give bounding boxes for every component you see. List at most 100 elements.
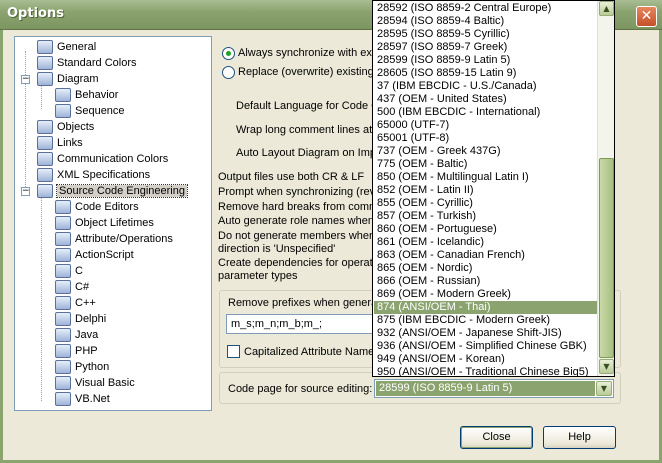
tree-item-actionscript[interactable]: ActionScript — [55, 247, 134, 263]
vbnet-icon — [55, 392, 71, 407]
prefixes-input[interactable]: m_s;m_n;m_b;m_; — [226, 314, 374, 334]
dropdown-option[interactable]: 65000 (UTF-7) — [374, 119, 597, 132]
tree-item-behavior[interactable]: Behavior — [55, 87, 118, 103]
tree-item-visual-basic[interactable]: Visual Basic — [55, 375, 135, 391]
tree-item-c[interactable]: C — [55, 263, 83, 279]
delphi-icon — [55, 312, 71, 327]
dropdown-option[interactable]: 500 (IBM EBCDIC - International) — [374, 106, 597, 119]
scrollbar-thumb[interactable] — [599, 158, 614, 358]
capitalized-attribute-checkbox[interactable] — [227, 345, 240, 358]
chevron-down-icon[interactable]: ▼ — [596, 381, 612, 396]
options-tree[interactable]: − − General Standard Colors Diagram Beha… — [14, 36, 212, 411]
dropdown-option[interactable]: 866 (OEM - Russian) — [374, 275, 597, 288]
dropdown-option[interactable]: 860 (OEM - Portuguese) — [374, 223, 597, 236]
dropdown-option[interactable]: 932 (ANSI/OEM - Japanese Shift-JIS) — [374, 327, 597, 340]
dropdown-option[interactable]: 28605 (ISO 8859-15 Latin 9) — [374, 67, 597, 80]
window-title: Options — [7, 6, 64, 21]
communication-colors-icon — [37, 152, 53, 167]
close-button[interactable]: Close — [460, 426, 533, 449]
source-code-collapse-toggle[interactable]: − — [21, 187, 30, 196]
tree-item-python[interactable]: Python — [55, 359, 109, 375]
dropdown-option[interactable]: 949 (ANSI/OEM - Korean) — [374, 353, 597, 366]
tree-item-code-editors[interactable]: Code Editors — [55, 199, 139, 215]
create-deps-label[interactable]: Create dependencies for operatio — [218, 257, 381, 269]
window-close-button[interactable]: ✕ — [636, 6, 657, 27]
dropdown-option[interactable]: 28594 (ISO 8859-4 Baltic) — [374, 15, 597, 28]
dropdown-option[interactable]: 28599 (ISO 8859-9 Latin 5) — [374, 54, 597, 67]
python-icon — [55, 360, 71, 375]
dropdown-option[interactable]: 861 (OEM - Icelandic) — [374, 236, 597, 249]
remove-prefixes-label: Remove prefixes when generat — [228, 297, 381, 309]
dropdown-option[interactable]: 28592 (ISO 8859-2 Central Europe) — [374, 2, 597, 15]
tree-item-sequence[interactable]: Sequence — [55, 103, 125, 119]
tree-item-xml-specifications[interactable]: XML Specifications — [37, 167, 150, 183]
tree-item-delphi[interactable]: Delphi — [55, 311, 106, 327]
php-icon — [55, 344, 71, 359]
tree-item-standard-colors[interactable]: Standard Colors — [37, 55, 137, 71]
no-members-label-2: direction is 'Unspecified' — [218, 243, 336, 255]
replace-existing-label: Replace (overwrite) existing s — [238, 66, 383, 78]
diagram-collapse-toggle[interactable]: − — [21, 75, 30, 84]
output-crlf-label[interactable]: Output files use both CR & LF — [218, 171, 364, 183]
replace-existing-radio[interactable] — [222, 66, 235, 79]
dropdown-option[interactable]: 437 (OEM - United States) — [374, 93, 597, 106]
scroll-up-icon[interactable]: ▲ — [599, 1, 614, 16]
diagram-icon — [37, 72, 53, 87]
dropdown-option[interactable]: 737 (OEM - Greek 437G) — [374, 145, 597, 158]
wrap-comment-label: Wrap long comment lines at: — [236, 124, 376, 136]
dropdown-option[interactable]: 855 (OEM - Cyrillic) — [374, 197, 597, 210]
dropdown-option-selected[interactable]: 874 (ANSI/OEM - Thai) — [374, 301, 597, 314]
general-icon — [37, 40, 53, 55]
dropdown-option[interactable]: 950 (ANSI/OEM - Traditional Chinese Big5… — [374, 366, 597, 376]
tree-item-php[interactable]: PHP — [55, 343, 98, 359]
tree-item-java[interactable]: Java — [55, 327, 98, 343]
dropdown-option[interactable]: 857 (OEM - Turkish) — [374, 210, 597, 223]
dropdown-option[interactable]: 869 (OEM - Modern Greek) — [374, 288, 597, 301]
tree-item-object-lifetimes[interactable]: Object Lifetimes — [55, 215, 154, 231]
xml-icon — [37, 168, 53, 183]
cpp-icon — [55, 296, 71, 311]
help-button[interactable]: Help — [543, 426, 616, 449]
links-icon — [37, 136, 53, 151]
dropdown-option[interactable]: 936 (ANSI/OEM - Simplified Chinese GBK) — [374, 340, 597, 353]
dropdown-scrollbar[interactable]: ▲ ▼ — [597, 1, 614, 376]
tree-item-diagram[interactable]: Diagram — [37, 71, 99, 87]
dropdown-option[interactable]: 775 (OEM - Baltic) — [374, 158, 597, 171]
java-icon — [55, 328, 71, 343]
dropdown-option[interactable]: 65001 (UTF-8) — [374, 132, 597, 145]
always-synchronize-radio[interactable] — [222, 47, 235, 60]
dropdown-option[interactable]: 863 (OEM - Canadian French) — [374, 249, 597, 262]
dropdown-option[interactable]: 28595 (ISO 8859-5 Cyrillic) — [374, 28, 597, 41]
csharp-icon — [55, 280, 71, 295]
visual-basic-icon — [55, 376, 71, 391]
dropdown-option[interactable]: 850 (OEM - Multilingual Latin I) — [374, 171, 597, 184]
close-icon: ✕ — [640, 8, 653, 24]
code-page-label: Code page for source editing: — [228, 383, 373, 395]
tree-item-general[interactable]: General — [37, 39, 96, 55]
auto-role-label[interactable]: Auto generate role names when c — [218, 215, 383, 227]
tree-item-source-code-engineering[interactable]: Source Code Engineering — [37, 183, 188, 199]
dropdown-option[interactable]: 875 (IBM EBCDIC - Modern Greek) — [374, 314, 597, 327]
dropdown-option[interactable]: 865 (OEM - Nordic) — [374, 262, 597, 275]
tree-item-attribute-operations[interactable]: Attribute/Operations — [55, 231, 173, 247]
objects-icon — [37, 120, 53, 135]
code-page-dropdown-list[interactable]: 28592 (ISO 8859-2 Central Europe) 28594 … — [372, 0, 615, 377]
dropdown-option[interactable]: 37 (IBM EBCDIC - U.S./Canada) — [374, 80, 597, 93]
object-lifetimes-icon — [55, 216, 71, 231]
no-members-label[interactable]: Do not generate members where — [218, 230, 379, 242]
code-page-combobox[interactable]: 28599 (ISO 8859-9 Latin 5) ▼ — [374, 379, 614, 398]
tree-item-cpp[interactable]: C++ — [55, 295, 96, 311]
create-deps-label-2: parameter types — [218, 270, 298, 282]
scroll-down-icon[interactable]: ▼ — [599, 359, 614, 374]
actionscript-icon — [55, 248, 71, 263]
tree-item-objects[interactable]: Objects — [37, 119, 94, 135]
c-icon — [55, 264, 71, 279]
tree-item-csharp[interactable]: C# — [55, 279, 89, 295]
tree-item-communication-colors[interactable]: Communication Colors — [37, 151, 168, 167]
dropdown-option[interactable]: 28597 (ISO 8859-7 Greek) — [374, 41, 597, 54]
prompt-sync-label[interactable]: Prompt when synchronizing (reve — [218, 186, 381, 198]
remove-breaks-label[interactable]: Remove hard breaks from comm — [218, 201, 378, 213]
tree-item-vbnet[interactable]: VB.Net — [55, 391, 110, 407]
dropdown-option[interactable]: 852 (OEM - Latin II) — [374, 184, 597, 197]
tree-item-links[interactable]: Links — [37, 135, 83, 151]
